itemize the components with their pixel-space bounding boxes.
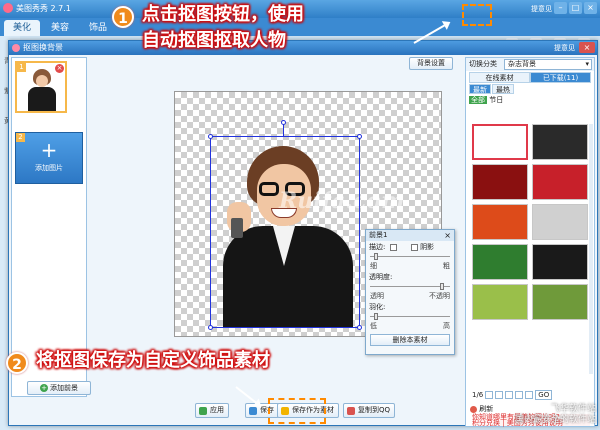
last-page-button[interactable] [515, 391, 524, 399]
apply-button[interactable]: 应用 [195, 403, 229, 418]
material-thumbnail[interactable] [532, 204, 588, 240]
app-feedback-link[interactable]: 提意见 [531, 4, 552, 14]
dialog-close-button[interactable]: × [579, 42, 595, 53]
category-select[interactable]: 杂志背景 [504, 59, 592, 70]
resize-handle[interactable] [208, 325, 213, 330]
app-title: 美图秀秀 2.7.1 [16, 4, 71, 13]
shadow-checkbox[interactable] [410, 243, 418, 251]
person-thumbnail-image [27, 69, 57, 111]
material-thumbnail[interactable] [532, 124, 588, 160]
feather-slider[interactable] [370, 312, 450, 321]
step-2-badge: 2 [6, 352, 28, 374]
picture-list-panel: 1 × 2 + 添加图片 [11, 57, 87, 397]
copy-to-qq-button[interactable]: 复制到QQ [343, 403, 396, 418]
material-thumbnail[interactable] [532, 284, 588, 320]
tab-newest[interactable]: 最新 [469, 84, 491, 94]
material-grid [472, 124, 590, 320]
save-material-highlight [268, 398, 326, 424]
material-tabs: 在线素材 已下载(11) [469, 72, 591, 83]
material-scrollbar[interactable] [589, 124, 593, 374]
minimize-icon[interactable]: – [554, 2, 567, 14]
material-thumbnail[interactable] [532, 164, 588, 200]
page-indicator: 1/6 [472, 391, 484, 399]
foreground-panel-title: 前景1 × [366, 230, 454, 241]
dialog-title-bar: 抠图换背景 提意见 × [9, 41, 597, 55]
tab-beauty[interactable]: 美容 [42, 20, 78, 36]
resize-handle[interactable] [208, 134, 213, 139]
material-thumbnail[interactable] [472, 124, 528, 160]
close-icon[interactable]: × [444, 230, 451, 241]
dialog-feedback-link[interactable]: 提意见 [554, 43, 575, 53]
plus-icon: + [40, 138, 58, 162]
material-thumbnail[interactable] [472, 204, 528, 240]
tab-beautify[interactable]: 美化 [4, 20, 40, 36]
add-foreground-button[interactable]: + 添加前景 [27, 381, 91, 395]
rotate-handle[interactable] [281, 120, 286, 125]
tab-hottest[interactable]: 最热 [492, 84, 514, 94]
material-thumbnail[interactable] [472, 244, 528, 280]
add-picture-button[interactable]: 2 + 添加图片 [15, 132, 83, 184]
opacity-slider-knob[interactable] [440, 283, 445, 290]
tab-downloaded[interactable]: 已下载(11) [530, 72, 591, 83]
rotate-line [283, 123, 284, 137]
sort-tabs: 最新 最热 [469, 84, 591, 94]
pager: 1/6 GO [472, 390, 553, 400]
material-thumbnail[interactable] [532, 244, 588, 280]
first-page-button[interactable] [485, 391, 494, 399]
delete-material-button[interactable]: 删除本素材 [370, 334, 450, 346]
resize-handle[interactable] [357, 325, 362, 330]
background-settings-button[interactable]: 背景设置 [409, 57, 453, 70]
app-logo-icon [3, 3, 13, 13]
material-thumbnail[interactable] [472, 164, 528, 200]
tab-accessories[interactable]: 饰品 [80, 20, 116, 36]
resize-handle[interactable] [357, 134, 362, 139]
step-1-badge: 1 [112, 6, 134, 28]
opacity-slider[interactable] [370, 282, 450, 291]
qq-icon [347, 407, 355, 415]
check-icon [199, 407, 207, 415]
border-color-swatch[interactable] [389, 243, 397, 251]
opacity-label: 透明度: [369, 273, 393, 281]
next-page-button[interactable] [505, 391, 514, 399]
selection-box[interactable] [208, 120, 362, 330]
picture-thumbnail[interactable]: 1 × [15, 61, 67, 113]
refresh-icon [470, 405, 477, 413]
prev-page-button[interactable] [495, 391, 504, 399]
cutout-button-highlight [462, 4, 492, 26]
step-1-text-line2: 自动抠图抠取人物 [142, 30, 286, 51]
page-number-input[interactable] [525, 391, 534, 399]
delete-thumbnail-icon[interactable]: × [55, 64, 64, 73]
dialog-title: 抠图换背景 [23, 43, 63, 52]
shadow-label: 阴影 [420, 243, 435, 251]
category-switch-row: 切换分类 杂志背景 [466, 58, 594, 71]
feather-label: 羽化: [369, 303, 386, 311]
add-picture-label: 添加图片 [35, 164, 63, 172]
filter-all[interactable]: 全部 [469, 96, 487, 104]
material-thumbnail[interactable] [472, 284, 528, 320]
go-button[interactable]: GO [535, 390, 553, 400]
close-icon[interactable]: × [584, 2, 597, 14]
step-2-text: 将抠图保存为自定义饰品素材 [36, 350, 270, 371]
border-slider-knob[interactable] [373, 253, 378, 260]
material-panel: 切换分类 杂志背景 在线素材 已下载(11) 最新 最热 全部 节日 1/6 G… [465, 57, 595, 427]
category-filter: 全部 节日 [469, 95, 591, 105]
border-row: 描边: 阴影 [369, 243, 435, 251]
dialog-logo-icon [12, 44, 20, 52]
thumbnail-number-badge: 1 [17, 63, 26, 72]
plus-circle-icon: + [40, 384, 48, 392]
add-number-badge: 2 [16, 133, 25, 142]
app-window-buttons: – □ × [554, 2, 597, 14]
tab-online-materials[interactable]: 在线素材 [469, 72, 530, 83]
filter-holiday[interactable]: 节日 [489, 96, 503, 104]
site-watermark: 飞华软件站 国内最安全的软件站 [514, 404, 596, 425]
feather-slider-knob[interactable] [373, 313, 378, 320]
step-1-text-line1: 点击抠图按钮，使用 [142, 4, 304, 25]
border-slider[interactable] [370, 252, 450, 261]
maximize-icon[interactable]: □ [569, 2, 582, 14]
foreground-properties-panel: 前景1 × 描边: 阴影 细粗 透明度: 透明 不透明 羽化: 低高 删除本素材 [365, 229, 455, 355]
